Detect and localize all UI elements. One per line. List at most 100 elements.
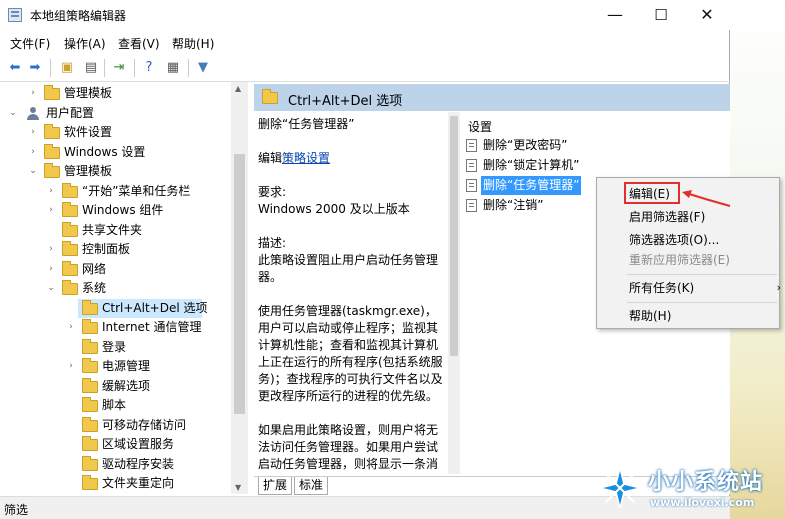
requirements-value: Windows 2000 及以上版本 [258, 202, 410, 216]
chevron-down-icon[interactable]: ⌄ [8, 104, 18, 123]
folder-icon [62, 202, 78, 217]
watermark-logo-icon [599, 467, 641, 509]
folder-icon [82, 416, 98, 432]
folder-icon [82, 338, 98, 354]
details-header: Ctrl+Alt+Del 选项 [254, 84, 730, 112]
folder-icon [82, 319, 98, 334]
toolbar-separator [104, 59, 105, 77]
tree-item-folder-redirect[interactable]: 文件夹重定向 [0, 474, 231, 494]
forward-arrow-icon[interactable]: ➡ [26, 59, 44, 77]
tree-item-label: 登录 [102, 339, 127, 354]
tree-item-label: 可移动存储访问 [102, 417, 187, 432]
menu-view[interactable]: 查看(V) [118, 35, 160, 52]
export-list-icon[interactable]: ⇥ [110, 59, 128, 77]
policy-setting-icon [466, 179, 477, 192]
policy-setting-icon [466, 159, 477, 172]
scroll-thumb[interactable] [234, 154, 245, 414]
tree-scrollbar[interactable]: ▲ ▼ [231, 82, 248, 494]
menu-action[interactable]: 操作(A) [64, 35, 106, 52]
tree-item-locale-services[interactable]: 区域设置服务 [0, 435, 231, 455]
scroll-down-icon[interactable]: ▼ [235, 483, 241, 492]
chevron-right-icon[interactable]: › [46, 182, 56, 201]
tree-item-label: 系统 [82, 281, 107, 295]
folder-icon [62, 241, 78, 256]
chevron-right-icon[interactable]: › [66, 318, 76, 337]
chevron-right-icon[interactable]: › [28, 143, 38, 162]
folder-icon [62, 182, 78, 198]
title-bar: 本地组策略编辑器 — ☐ ✕ [0, 0, 730, 30]
tree-item-label: Internet 通信管理 [102, 320, 202, 334]
folder-icon [44, 143, 60, 159]
minimize-button[interactable]: — [592, 0, 638, 30]
up-folder-icon[interactable]: ▣ [58, 59, 76, 77]
chevron-right-icon[interactable]: › [66, 357, 76, 376]
setting-label: 删除“任务管理器” [481, 176, 582, 195]
tree-item-network[interactable]: › 网络 [0, 260, 231, 280]
show-hide-tree-icon[interactable]: ▤ [82, 59, 100, 77]
tree-item-user-config[interactable]: ⌄ 用户配置 [0, 104, 231, 124]
tree-item-internet-comm[interactable]: › Internet 通信管理 [0, 318, 231, 338]
tree-item-shared-folders[interactable]: 共享文件夹 [0, 221, 231, 241]
edit-line: 编辑策略设置 [258, 150, 446, 167]
tree-item-system[interactable]: ⌄ 系统 [0, 279, 231, 299]
tree-item-admin-templates[interactable]: ⌄ 管理模板 [0, 162, 231, 182]
folder-icon [44, 163, 60, 178]
scroll-up-icon[interactable]: ▲ [235, 84, 241, 93]
tree-item-software-settings[interactable]: › 软件设置 [0, 123, 231, 143]
chevron-right-icon[interactable]: › [46, 240, 56, 259]
chevron-right-icon[interactable]: › [28, 123, 38, 142]
tree-item-label: 缓解选项 [102, 378, 151, 393]
menu-help[interactable]: 帮助(H) [172, 35, 214, 52]
properties-icon[interactable]: ▦ [164, 59, 182, 77]
tree-item-control-panel[interactable]: › 控制面板 [0, 240, 231, 260]
description-text: 此策略设置阻止用户启动任务管理器。 [258, 253, 439, 284]
ctx-filter-options[interactable]: 筛选器选项(O)... [629, 230, 719, 250]
maximize-button[interactable]: ☐ [638, 0, 684, 30]
tree-item-driver-install[interactable]: 驱动程序安装 [0, 455, 231, 475]
chevron-down-icon[interactable]: ⌄ [46, 279, 56, 298]
description: 描述: 此策略设置阻止用户启动任务管理器。 [258, 235, 446, 286]
folder-icon [82, 455, 98, 471]
user-icon [26, 106, 40, 121]
tab-standard[interactable]: 标准 [294, 477, 329, 495]
tree-item-start-menu[interactable]: › “开始”菜单和任务栏 [0, 182, 231, 202]
tab-extended[interactable]: 扩展 [258, 477, 293, 495]
folder-icon [82, 475, 98, 490]
policy-setting-icon [466, 139, 477, 152]
description-scrollbar[interactable] [448, 112, 460, 474]
ctx-enable-filter[interactable]: 启用筛选器(F) [629, 207, 705, 227]
tree-item-scripts[interactable]: 脚本 [0, 396, 231, 416]
tree-item-windows-components[interactable]: › Windows 组件 [0, 201, 231, 221]
settings-column-header[interactable]: 设置 [468, 118, 492, 135]
tree-item-windows-settings[interactable]: › Windows 设置 [0, 143, 231, 163]
chevron-right-icon[interactable]: › [46, 201, 56, 220]
menu-file[interactable]: 文件(F) [10, 35, 50, 52]
help-icon[interactable]: ? [140, 59, 158, 77]
edit-policy-link[interactable]: 策略设置 [282, 151, 330, 165]
filter-icon[interactable]: ▼ [194, 59, 212, 77]
folder-icon [262, 89, 278, 104]
chevron-right-icon[interactable]: › [46, 260, 56, 279]
folder-icon [82, 436, 98, 451]
ctx-separator [627, 274, 777, 275]
chevron-right-icon[interactable]: › [28, 84, 38, 103]
toolbar-separator [50, 59, 51, 77]
tree-item-label: 电源管理 [102, 359, 151, 373]
ctx-help[interactable]: 帮助(H) [629, 306, 671, 326]
scroll-thumb[interactable] [450, 116, 458, 356]
ctx-all-tasks[interactable]: 所有任务(K) › [629, 278, 781, 298]
tree-item-removable-storage[interactable]: 可移动存储访问 [0, 416, 231, 436]
tree-item-mitigation[interactable]: 缓解选项 [0, 377, 231, 397]
folder-icon [82, 397, 98, 412]
tree-item-power-management[interactable]: › 电源管理 [0, 357, 231, 377]
policy-title: 删除“任务管理器” [258, 117, 355, 131]
tree-item-ctrl-alt-del[interactable]: Ctrl+Alt+Del 选项 [78, 298, 207, 318]
window-title: 本地组策略编辑器 [30, 9, 127, 23]
close-button[interactable]: ✕ [684, 0, 730, 30]
tree-item-admin-templates-top[interactable]: › 管理模板 [0, 84, 231, 104]
back-arrow-icon[interactable]: ⬅ [6, 59, 24, 77]
details-header-title: Ctrl+Alt+Del 选项 [288, 94, 403, 109]
tree-item-logon[interactable]: 登录 [0, 338, 231, 358]
chevron-down-icon[interactable]: ⌄ [28, 162, 38, 181]
tree-item-label: 文件夹重定向 [102, 476, 175, 490]
